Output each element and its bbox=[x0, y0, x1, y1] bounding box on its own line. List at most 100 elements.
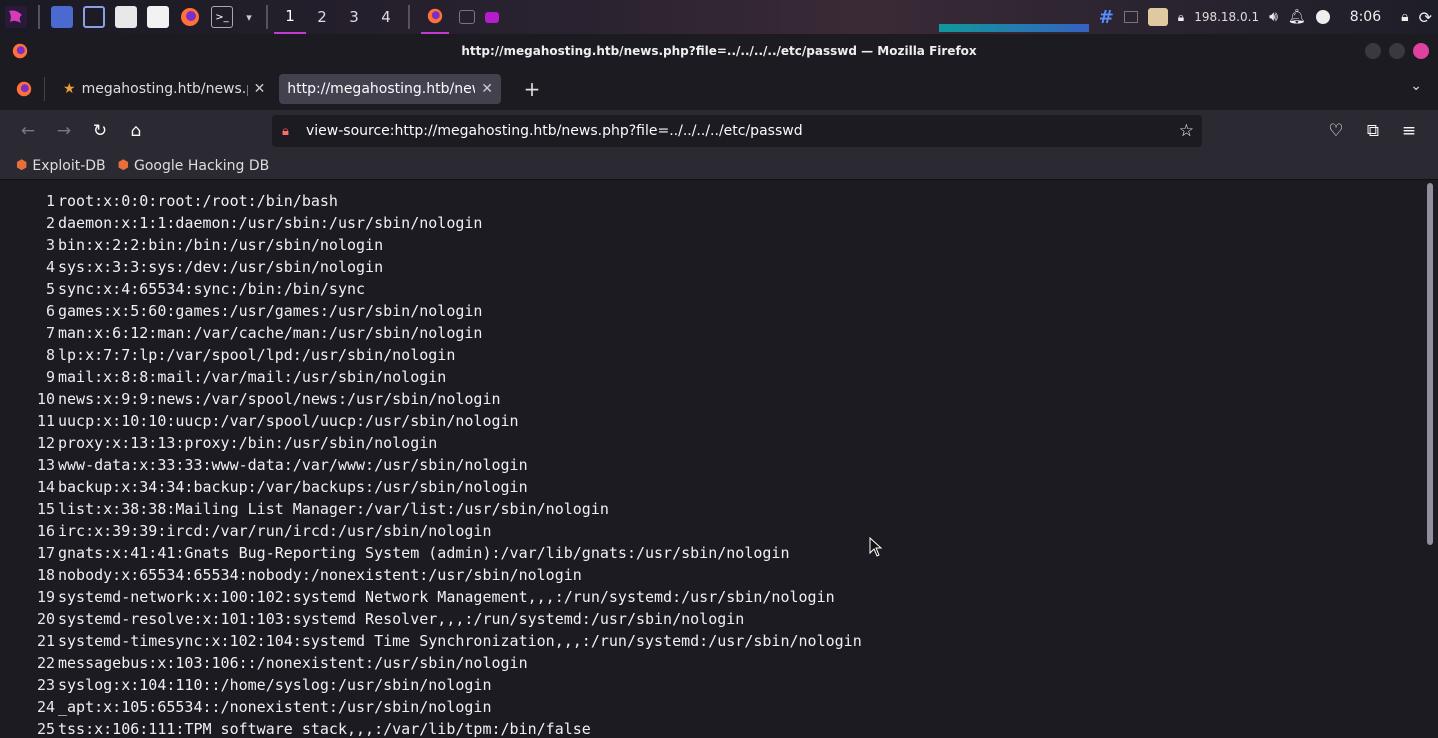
network-graph-icon[interactable]: # bbox=[1099, 7, 1114, 28]
source-line: 4 sys:x:3:3:sys:/dev:/usr/sbin/nologin bbox=[6, 256, 1430, 278]
ip-address: 198.18.0.1 bbox=[1194, 10, 1260, 24]
kali-menu-icon[interactable] bbox=[5, 6, 27, 28]
line-number: 24 bbox=[36, 698, 55, 716]
back-button[interactable]: ← bbox=[10, 115, 46, 147]
source-line: 21 systemd-timesync:x:102:104:systemd Tim… bbox=[6, 630, 1430, 652]
line-text: nobody:x:65534:65534:nobody:/nonexistent… bbox=[58, 566, 582, 584]
new-tab-button[interactable]: + bbox=[517, 74, 547, 104]
app-window-icon[interactable] bbox=[485, 11, 499, 23]
line-text: proxy:x:13:13:proxy:/bin:/usr/sbin/nolog… bbox=[58, 434, 438, 452]
line-number: 13 bbox=[36, 456, 55, 474]
line-number: 5 bbox=[45, 280, 55, 298]
line-text: root:x:0:0:root:/root:/bin/bash bbox=[58, 192, 338, 210]
firefox-window-icon[interactable] bbox=[421, 0, 449, 34]
line-text: man:x:6:12:man:/var/cache/man:/usr/sbin/… bbox=[58, 324, 483, 342]
line-text: systemd-resolve:x:101:103:systemd Resolv… bbox=[58, 610, 745, 628]
tab-view-source[interactable]: http://megahosting.htb/news ✕ bbox=[279, 74, 502, 104]
source-line: 2 daemon:x:1:1:daemon:/usr/sbin:/usr/sbin… bbox=[6, 212, 1430, 234]
url-bar[interactable]: 🔒︎ view-source:http://megahosting.htb/ne… bbox=[272, 115, 1202, 147]
forward-button[interactable]: → bbox=[46, 115, 82, 147]
line-number: 19 bbox=[36, 588, 55, 606]
url-text[interactable]: view-source:http://megahosting.htb/news.… bbox=[306, 123, 803, 139]
bookmark-label: Exploit-DB bbox=[32, 157, 106, 174]
source-line: 12 proxy:x:13:13:proxy:/bin:/usr/sbin/nol… bbox=[6, 432, 1430, 454]
bookmark-google-hacking-db[interactable]: ⬢ Google Hacking DB bbox=[118, 158, 270, 174]
volume-icon[interactable]: 🔊︎ bbox=[1269, 9, 1278, 25]
source-line: 16 irc:x:39:39:ircd:/var/run/ircd:/usr/sb… bbox=[6, 520, 1430, 542]
bookmark-star-icon[interactable]: ☆ bbox=[1179, 121, 1194, 141]
home-button[interactable]: ⌂ bbox=[118, 115, 154, 147]
source-line: 22 messagebus:x:103:106::/nonexistent:/us… bbox=[6, 652, 1430, 674]
line-number: 1 bbox=[45, 192, 55, 210]
source-line: 19 systemd-network:x:100:102:systemd Netw… bbox=[6, 586, 1430, 608]
chevron-down-icon[interactable]: ▾ bbox=[243, 6, 255, 28]
text-editor-icon[interactable] bbox=[147, 6, 169, 28]
line-number: 16 bbox=[36, 522, 55, 540]
firefox-launcher-icon[interactable] bbox=[179, 6, 201, 28]
power-icon[interactable] bbox=[1315, 10, 1330, 24]
vertical-scrollbar[interactable] bbox=[1427, 183, 1433, 545]
logout-icon[interactable]: ⟳ bbox=[1419, 8, 1432, 27]
line-text: news:x:9:9:news:/var/spool/news:/usr/sbi… bbox=[58, 390, 501, 408]
minimize-button[interactable] bbox=[1365, 43, 1381, 59]
line-text: irc:x:39:39:ircd:/var/run/ircd:/usr/sbin… bbox=[58, 522, 492, 540]
tab-megahosting[interactable]: ★ megahosting.htb/news.ph ✕ bbox=[55, 74, 273, 104]
tab-label: http://megahosting.htb/news bbox=[287, 81, 476, 97]
reload-button[interactable]: ↻ bbox=[82, 115, 118, 147]
line-number: 25 bbox=[36, 720, 55, 738]
screen-icon[interactable] bbox=[1123, 11, 1138, 23]
pocket-icon[interactable]: ♡ bbox=[1318, 115, 1354, 147]
line-number: 9 bbox=[45, 368, 55, 386]
firefox-view-icon[interactable] bbox=[4, 74, 44, 104]
bell-icon[interactable]: 🔔︎ bbox=[1288, 9, 1306, 25]
lock-screen-icon[interactable]: 🔒︎ bbox=[1401, 9, 1408, 25]
vpn-lock-icon: 🔒︎ bbox=[1177, 9, 1185, 24]
line-number: 15 bbox=[36, 500, 55, 518]
line-number: 14 bbox=[36, 478, 55, 496]
audio-visualizer bbox=[938, 24, 1089, 32]
line-text: sync:x:4:65534:sync:/bin:/bin/sync bbox=[58, 280, 366, 298]
line-number: 6 bbox=[45, 302, 55, 320]
view-source-content[interactable]: 1 root:x:0:0:root:/root:/bin/bash 2 daemon:… bbox=[6, 181, 1430, 738]
source-line: 11 uucp:x:10:10:uucp:/var/spool/uucp:/usr… bbox=[6, 410, 1430, 432]
avatar[interactable] bbox=[1147, 8, 1168, 26]
bookmark-label: Google Hacking DB bbox=[134, 157, 270, 174]
navigation-toolbar: ← → ↻ ⌂ 🔒︎ view-source:http://megahostin… bbox=[0, 110, 1438, 152]
hamburger-menu-icon[interactable]: ≡ bbox=[1391, 115, 1427, 147]
line-text: bin:x:2:2:bin:/bin:/usr/sbin/nologin bbox=[58, 236, 384, 254]
line-text: lp:x:7:7:lp:/var/spool/lpd:/usr/sbin/nol… bbox=[58, 346, 456, 364]
line-text: list:x:38:38:Mailing List Manager:/var/l… bbox=[58, 500, 609, 518]
close-icon[interactable]: ✕ bbox=[481, 81, 493, 97]
line-text: systemd-network:x:100:102:systemd Networ… bbox=[58, 588, 835, 606]
workspace-4[interactable]: 4 bbox=[370, 0, 402, 34]
window-title: http://megahosting.htb/news.php?file=../… bbox=[461, 44, 977, 58]
source-line: 3 bin:x:2:2:bin:/bin:/usr/sbin/nologin bbox=[6, 234, 1430, 256]
workspace-switcher-icon[interactable] bbox=[83, 6, 105, 28]
extensions-icon[interactable]: ⧉ bbox=[1355, 115, 1391, 147]
line-number: 7 bbox=[45, 324, 55, 342]
terminal-window-icon[interactable] bbox=[459, 10, 475, 24]
line-number: 22 bbox=[36, 654, 55, 672]
close-icon[interactable]: ✕ bbox=[254, 81, 266, 97]
line-text: messagebus:x:103:106::/nonexistent:/usr/… bbox=[58, 654, 528, 672]
workspace-3[interactable]: 3 bbox=[338, 0, 370, 34]
show-desktop-icon[interactable] bbox=[51, 6, 73, 28]
file-manager-icon[interactable] bbox=[115, 6, 137, 28]
workspace-1[interactable]: 1 bbox=[274, 0, 306, 34]
source-line: 8 lp:x:7:7:lp:/var/spool/lpd:/usr/sbin/no… bbox=[6, 344, 1430, 366]
clock[interactable]: 8:06 bbox=[1350, 9, 1381, 25]
close-button[interactable] bbox=[1413, 43, 1429, 59]
workspace-2[interactable]: 2 bbox=[306, 0, 338, 34]
list-all-tabs-icon[interactable]: ⌄ bbox=[1410, 78, 1422, 94]
bookmark-exploit-db[interactable]: ⬢ Exploit-DB bbox=[16, 158, 106, 174]
line-number: 11 bbox=[36, 412, 55, 430]
window-titlebar: http://megahosting.htb/news.php?file=../… bbox=[0, 34, 1438, 68]
line-text: sys:x:3:3:sys:/dev:/usr/sbin/nologin bbox=[58, 258, 384, 276]
terminal-launcher-icon[interactable]: >_ bbox=[211, 6, 233, 28]
line-number: 23 bbox=[36, 676, 55, 694]
line-number: 20 bbox=[36, 610, 55, 628]
maximize-button[interactable] bbox=[1389, 43, 1405, 59]
insecure-lock-icon[interactable]: 🔒︎ bbox=[282, 124, 298, 139]
taskbar: >_ ▾ 1 2 3 4 # 🔒︎ 198.18.0.1 🔊︎ 🔔︎ 8:06 … bbox=[0, 0, 1438, 34]
line-text: tss:x:106:111:TPM software stack,,,:/var… bbox=[58, 720, 591, 738]
